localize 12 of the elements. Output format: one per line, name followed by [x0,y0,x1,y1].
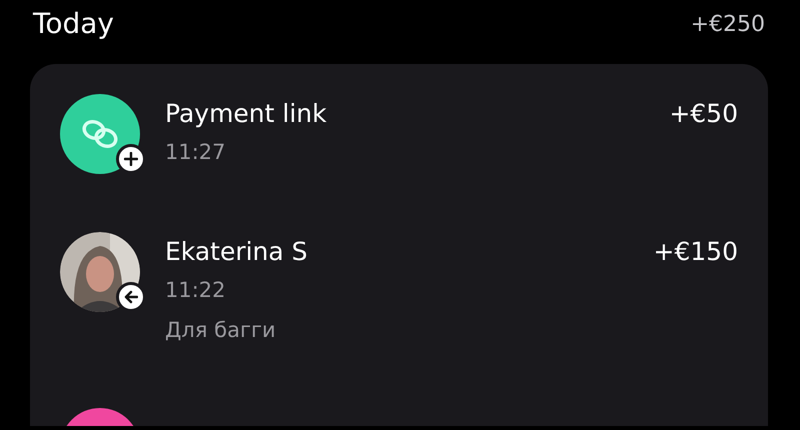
transaction-name: Payment link [165,98,328,130]
transaction-note: Для багги [165,317,277,344]
transaction-name: Ekaterina S [165,236,309,268]
plus-icon [124,152,138,166]
transaction-amount: +€50 [669,98,738,130]
section-title: Today [33,6,114,42]
transaction-time: 11:27 [165,139,227,166]
transaction-time: 11:22 [165,277,227,304]
transaction-amount: +€150 [653,236,738,268]
link-icon [80,117,120,151]
section-total: +€250 [690,10,765,38]
arrow-left-icon [124,290,138,304]
